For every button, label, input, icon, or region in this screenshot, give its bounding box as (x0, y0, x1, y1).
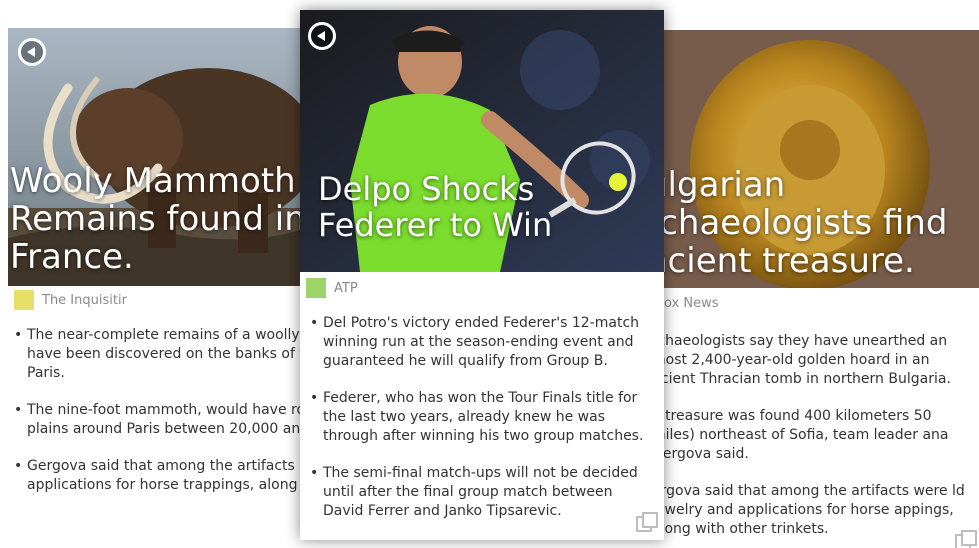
summary-item: Federer, who has won the Tour Finals tit… (310, 389, 654, 446)
source-label: ATP (306, 278, 358, 298)
back-button[interactable] (308, 22, 336, 50)
share-icon[interactable] (636, 512, 658, 534)
summary-list: Del Potro's victory ended Federer's 12-m… (310, 314, 654, 539)
news-card-delpo[interactable]: Delpo Shocks Federer to Win AFP ATP Del … (300, 10, 664, 540)
summary-list: The near-complete remains of a woolly ma… (14, 326, 306, 513)
source-name: ox News (664, 296, 719, 311)
headline: Wooly Mammoth Remains found in France. (10, 161, 306, 278)
source-label: The Inquisitir (14, 290, 127, 310)
summary-item: ergova said that among the artifacts wer… (660, 483, 965, 537)
summary-item: Del Potro's victory ended Federer's 12-m… (310, 314, 654, 371)
source-color-swatch (306, 278, 326, 298)
share-icon[interactable] (955, 530, 977, 548)
source-name: The Inquisitir (42, 292, 127, 308)
summary-item: The nine-foot mammoth, would have roamed… (14, 401, 306, 439)
summary-item: Gergova said that among the artifacts we… (14, 457, 306, 495)
summary-item: The semi-final match-ups will not be dec… (310, 464, 654, 521)
summary-item: rchaeologists say they have unearthed an… (660, 333, 951, 387)
news-card-bulgarian-treasure[interactable]: ulgarian rchaeologists find ncient treas… (660, 30, 979, 548)
source-color-swatch (14, 290, 34, 310)
source-name: ATP (334, 280, 358, 296)
summary-item: e treasure was found 400 kilometers 50 m… (660, 408, 949, 462)
news-card-mammoth[interactable]: Wooly Mammoth Remains found in France. T… (8, 28, 306, 548)
summary-item: The near-complete remains of a woolly ma… (14, 326, 306, 383)
source-label: ox News (664, 296, 719, 311)
back-button[interactable] (18, 38, 46, 66)
headline: ulgarian rchaeologists find ncient treas… (660, 165, 948, 282)
headline: Delpo Shocks Federer to Win (318, 170, 553, 244)
summary-list: rchaeologists say they have unearthed an… (660, 332, 972, 548)
